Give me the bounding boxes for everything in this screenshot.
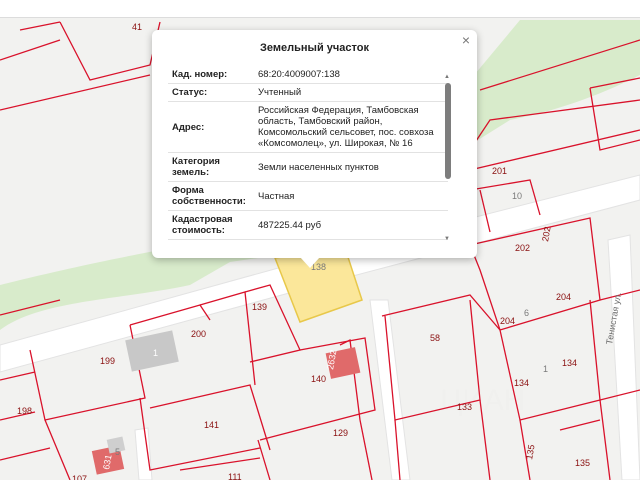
info-row-key: Категория земель: <box>172 156 220 178</box>
parcel-label: 5 <box>115 447 120 457</box>
parcel-label: 134 <box>562 358 577 368</box>
parcel-label: 202 <box>515 243 530 253</box>
map-watermark: ЦИАН <box>440 384 525 417</box>
info-row: Кадастровая стоимость: 487225.44 руб <box>168 211 448 240</box>
info-row: Кад. номер: 68:20:4009007:138 <box>168 66 448 84</box>
scroll-up-arrow-icon[interactable]: ▲ <box>444 74 450 80</box>
info-row-value: Учтенный <box>258 87 302 98</box>
info-row: Уточненная площадь:1326 кв.м <box>168 240 448 242</box>
road-vertical-right <box>369 299 411 480</box>
parcel-label: 140 <box>311 374 326 384</box>
popup-scrollbar[interactable]: ▲ ▼ <box>444 74 452 242</box>
parcel-label: 204 <box>556 292 571 302</box>
info-row: Статус: Учтенный <box>168 84 448 102</box>
info-row-value: Земли населенных пунктов <box>258 161 379 173</box>
parcel-info-popup: × Земельный участок Кад. номер: 68:20:400… <box>152 30 477 258</box>
parcel-label: 58 <box>430 333 440 343</box>
info-row-value: Российская Федерация, Тамбовская область… <box>258 105 434 149</box>
parcel-label: 204 <box>500 316 515 326</box>
info-row-key: Кадастровая стоимость: <box>172 214 233 236</box>
parcel-label: 139 <box>252 302 267 312</box>
parcel-label: 41 <box>132 22 142 32</box>
parcel-label: 107 <box>72 474 87 480</box>
parcel-label: 6 <box>524 308 529 318</box>
info-row-key: Адрес: <box>172 121 205 133</box>
parcel-label: 111 <box>228 472 242 480</box>
scroll-down-arrow-icon[interactable]: ▼ <box>444 236 450 242</box>
popup-pointer <box>300 257 320 268</box>
info-row: Категория земель: Земли населенных пункто… <box>168 153 448 182</box>
info-row-value: 68:20:4009007:138 <box>258 69 340 80</box>
building-gray <box>125 330 179 372</box>
popup-title: Земельный участок <box>260 42 369 54</box>
parcel-label: 135 <box>524 444 536 461</box>
info-row-value: Частная <box>258 190 295 202</box>
parcel-label: 129 <box>333 428 348 438</box>
road-far-right <box>607 234 640 480</box>
info-row-key: Статус: <box>172 87 208 98</box>
road-vertical-left <box>134 427 153 480</box>
parcel-label: 141 <box>204 420 219 430</box>
info-row-key: Уточненная площадь: <box>168 240 254 242</box>
info-row: Адрес: Российская Федерация, Тамбовская о… <box>168 102 448 153</box>
parcel-label: 1 <box>153 348 158 358</box>
scroll-thumb[interactable] <box>445 83 451 179</box>
parcel-label: 10 <box>512 191 522 201</box>
top-bar <box>0 0 640 18</box>
parcel-info-table: Кад. номер: 68:20:4009007:138 Статус: Учтен… <box>168 66 448 242</box>
parcel-label: 1 <box>543 364 548 374</box>
parcel-label: 202 <box>540 226 552 243</box>
info-row-value: 1326 кв.м <box>254 240 448 242</box>
parcel-label: 198 <box>17 406 32 416</box>
info-row-value: 487225.44 руб <box>258 219 322 231</box>
parcel-label: 200 <box>191 329 206 339</box>
parcel-label: 135 <box>575 458 590 468</box>
info-row-key: Форма собственности: <box>172 185 246 207</box>
info-row-key: Кад. номер: <box>172 69 228 80</box>
parcel-label: 201 <box>492 166 507 176</box>
info-row: Форма собственности: Частная <box>168 182 448 211</box>
parcel-label: 199 <box>100 356 115 366</box>
